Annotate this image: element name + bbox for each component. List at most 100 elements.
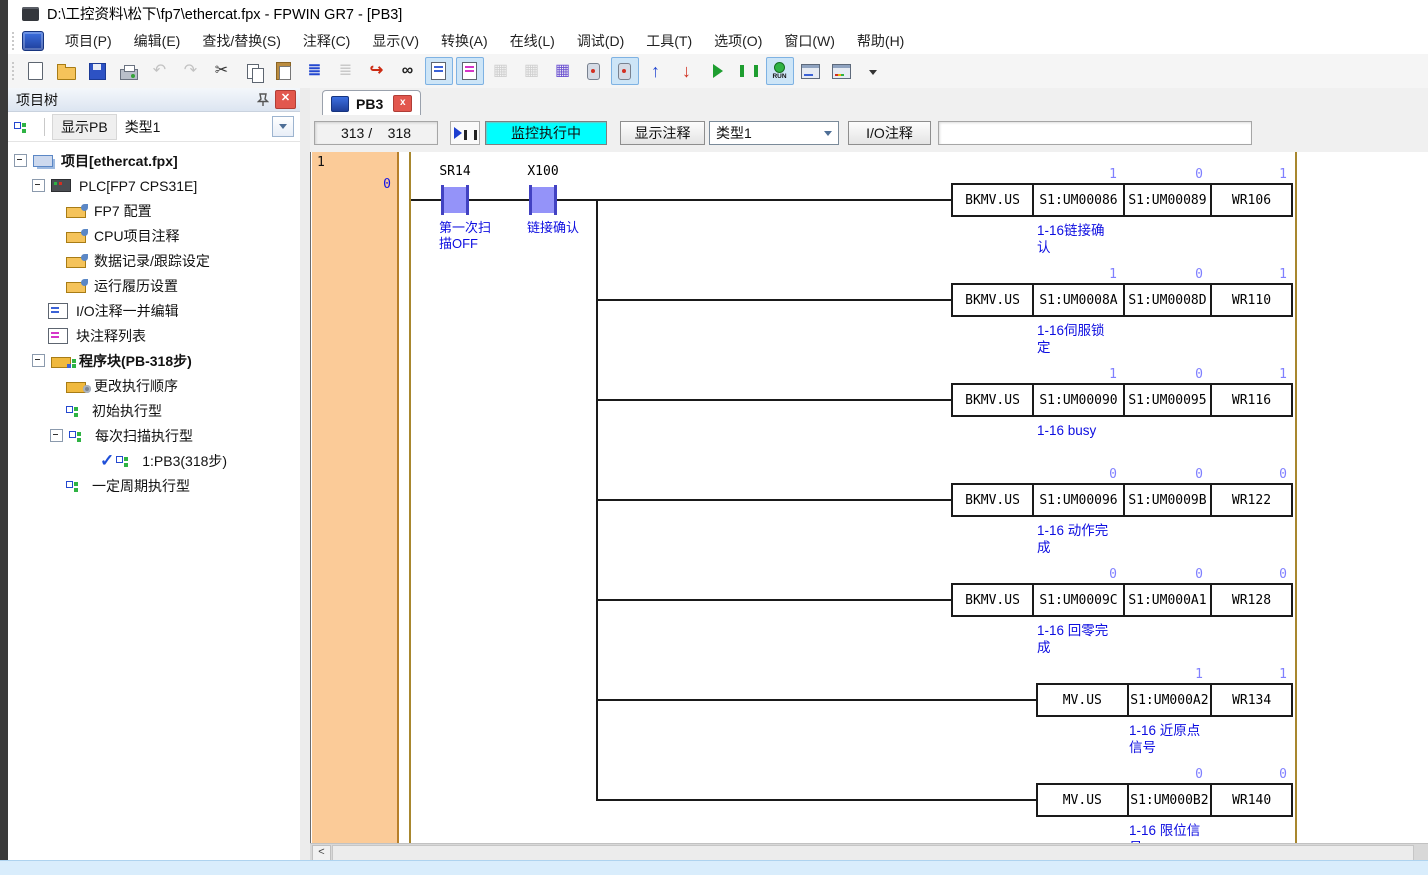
panel-splitter[interactable] — [300, 88, 310, 860]
opcode-cell[interactable]: BKMV.US — [953, 485, 1032, 515]
redo-icon[interactable]: ↷ — [177, 57, 205, 85]
operand-cell[interactable]: S1:UM00089 — [1123, 185, 1210, 215]
operand-cell[interactable]: S1:UM0008A — [1032, 285, 1123, 315]
io-comment-input[interactable] — [938, 121, 1252, 145]
collapse-icon[interactable] — [32, 354, 45, 367]
tree-item-project[interactable]: 项目[ethercat.fpx] — [14, 148, 181, 173]
comment-type-dropdown[interactable] — [272, 116, 294, 137]
tab-pb3[interactable]: PB3 x — [322, 90, 421, 116]
offline-mode-icon[interactable] — [580, 57, 608, 85]
tree-item-fixed-cycle-exec[interactable]: 一定周期执行型 — [66, 473, 193, 498]
contact-x100-energized[interactable] — [532, 187, 554, 213]
tree-item-run-history[interactable]: 运行履历设置 — [66, 273, 181, 298]
print-icon[interactable] — [115, 57, 143, 85]
ladder-display-icon[interactable] — [425, 57, 453, 85]
operand-cell[interactable]: S1:UM0009B — [1123, 485, 1210, 515]
operand-cell[interactable]: S1:UM00086 — [1032, 185, 1123, 215]
cut-icon[interactable]: ✂ — [208, 57, 236, 85]
operand-cell[interactable]: S1:UM0008D — [1123, 285, 1210, 315]
tree-item-initial-exec[interactable]: 初始执行型 — [66, 398, 165, 423]
operand-cell[interactable]: WR128 — [1210, 585, 1291, 615]
pin-icon[interactable] — [255, 92, 271, 108]
undo-icon[interactable]: ↶ — [146, 57, 174, 85]
menu-help[interactable]: 帮助(H) — [846, 28, 915, 54]
delete-network-icon[interactable]: ≣ — [332, 57, 360, 85]
monitor-toggle-icon[interactable] — [450, 121, 480, 145]
instruction-block[interactable]: MV.US S1:UM000A2 WR134 — [1036, 683, 1293, 717]
tree-item-plc[interactable]: PLC[FP7 CPS31E] — [32, 173, 200, 198]
opcode-cell[interactable]: MV.US — [1038, 785, 1127, 815]
pb-convert-icon[interactable]: ▦ — [487, 57, 515, 85]
more-toolbar-options-icon[interactable] — [859, 57, 887, 85]
tree-item-io-comment-edit[interactable]: I/O注释一并编辑 — [48, 298, 182, 323]
run-mode-icon[interactable]: RUN — [766, 57, 794, 85]
horizontal-scrollbar[interactable]: < — [310, 843, 1428, 861]
io-comment-button[interactable]: I/O注释 — [848, 121, 931, 145]
collapse-icon[interactable] — [14, 154, 27, 167]
menu-online[interactable]: 在线(L) — [499, 28, 566, 54]
opcode-cell[interactable]: BKMV.US — [953, 585, 1032, 615]
program-convert-icon[interactable]: ▦ — [549, 57, 577, 85]
open-file-icon[interactable] — [53, 57, 81, 85]
operand-cell[interactable]: S1:UM000A1 — [1123, 585, 1210, 615]
download-to-plc-icon[interactable]: ↓ — [673, 57, 701, 85]
operand-cell[interactable]: WR116 — [1210, 385, 1291, 415]
comment-display-icon[interactable] — [456, 57, 484, 85]
insert-network-icon[interactable]: ≣ — [301, 57, 329, 85]
opcode-cell[interactable]: BKMV.US — [953, 385, 1032, 415]
instruction-block[interactable]: BKMV.US S1:UM00090 S1:UM00095 WR116 — [951, 383, 1293, 417]
tab-close-icon[interactable]: x — [393, 95, 412, 112]
contact-sr14-energized[interactable] — [444, 187, 466, 213]
operand-cell[interactable]: S1:UM00095 — [1123, 385, 1210, 415]
operand-cell[interactable]: WR106 — [1210, 185, 1291, 215]
menu-tools[interactable]: 工具(T) — [635, 28, 703, 54]
menu-view[interactable]: 显示(V) — [361, 28, 430, 54]
opcode-cell[interactable]: BKMV.US — [953, 185, 1032, 215]
copy-icon[interactable] — [239, 57, 267, 85]
tree-item-pb3[interactable]: ✓ 1:PB3(318步) — [100, 448, 230, 473]
device-monitor-icon[interactable] — [828, 57, 856, 85]
operand-cell[interactable]: S1:UM000A2 — [1127, 685, 1211, 715]
operand-cell[interactable]: S1:UM00090 — [1032, 385, 1123, 415]
panel-close-icon[interactable]: ✕ — [275, 90, 296, 109]
instruction-block[interactable]: BKMV.US S1:UM0009C S1:UM000A1 WR128 — [951, 583, 1293, 617]
tree-item-block-comment-list[interactable]: 块注释列表 — [48, 323, 149, 348]
opcode-cell[interactable]: MV.US — [1038, 685, 1127, 715]
tree-item-program-blocks[interactable]: 程序块(PB-318步) — [32, 348, 195, 373]
operand-cell[interactable]: WR134 — [1210, 685, 1291, 715]
operand-cell[interactable]: S1:UM000B2 — [1127, 785, 1211, 815]
show-pb-button[interactable]: 显示PB — [52, 114, 117, 140]
jump-icon[interactable]: ↪ — [363, 57, 391, 85]
menu-find-replace[interactable]: 查找/替换(S) — [191, 28, 292, 54]
operand-cell[interactable]: WR110 — [1210, 285, 1291, 315]
tree-item-data-log-trace[interactable]: 数据记录/跟踪设定 — [66, 248, 213, 273]
instruction-block[interactable]: BKMV.US S1:UM00096 S1:UM0009B WR122 — [951, 483, 1293, 517]
menu-debug[interactable]: 调试(D) — [566, 28, 635, 54]
tree-item-fp7-config[interactable]: FP7 配置 — [66, 198, 155, 223]
menu-comment[interactable]: 注释(C) — [292, 28, 361, 54]
toolbar-grip[interactable] — [11, 62, 16, 80]
online-mode-icon[interactable] — [611, 57, 639, 85]
find-icon[interactable]: ∞ — [394, 57, 422, 85]
instruction-block[interactable]: BKMV.US S1:UM0008A S1:UM0008D WR110 — [951, 283, 1293, 317]
paste-icon[interactable] — [270, 57, 298, 85]
operand-cell[interactable]: WR122 — [1210, 485, 1291, 515]
comment-type-select[interactable]: 类型1 — [709, 121, 839, 145]
operand-cell[interactable]: S1:UM00096 — [1032, 485, 1123, 515]
monitor-start-icon[interactable] — [704, 57, 732, 85]
scroll-left-arrow[interactable]: < — [312, 845, 331, 861]
status-display-icon[interactable] — [797, 57, 825, 85]
menu-convert[interactable]: 转换(A) — [430, 28, 499, 54]
tree-item-scan-exec[interactable]: 每次扫描执行型 — [50, 423, 196, 448]
collapse-icon[interactable] — [50, 429, 63, 442]
ladder-editor[interactable]: 1 0 SR14 第一次扫描OFF X100 链接确认 1 0 1 BKMV.U… — [310, 152, 1428, 843]
show-comment-button[interactable]: 显示注释 — [620, 121, 705, 145]
instruction-block[interactable]: MV.US S1:UM000B2 WR140 — [1036, 783, 1293, 817]
operand-cell[interactable]: S1:UM0009C — [1032, 585, 1123, 615]
pb-convert-all-icon[interactable]: ▦ — [518, 57, 546, 85]
menu-grip[interactable] — [11, 32, 16, 50]
operand-cell[interactable]: WR140 — [1210, 785, 1291, 815]
collapse-icon[interactable] — [32, 179, 45, 192]
menu-edit[interactable]: 编辑(E) — [123, 28, 192, 54]
upload-from-plc-icon[interactable]: ↑ — [642, 57, 670, 85]
